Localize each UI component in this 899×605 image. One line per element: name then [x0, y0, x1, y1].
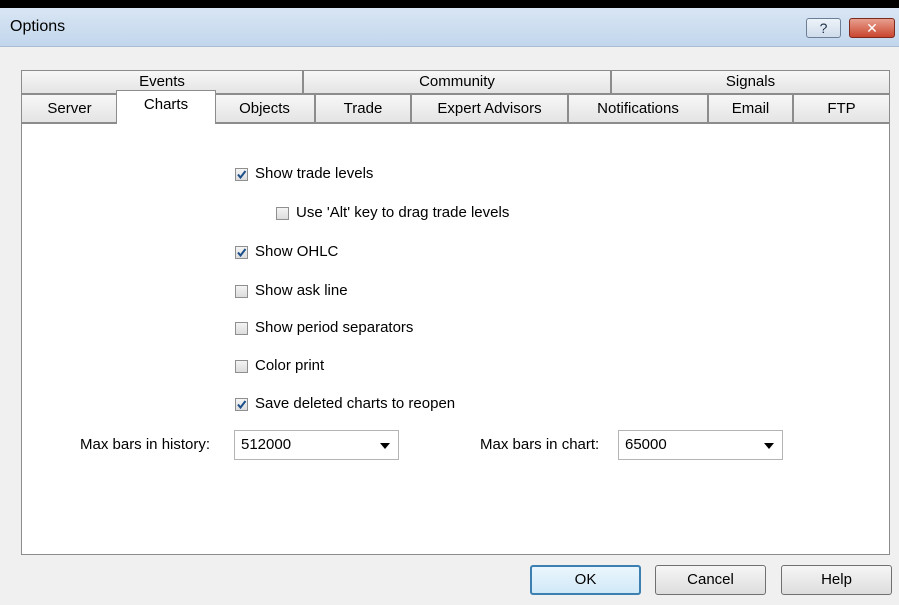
tab-label: Community — [419, 73, 495, 90]
tab-charts[interactable]: Charts — [116, 90, 216, 124]
checkbox-box[interactable] — [235, 168, 248, 181]
checkbox-box[interactable] — [235, 398, 248, 411]
tab-label: Email — [731, 100, 770, 117]
max-bars-history-label: Max bars in history: — [80, 436, 211, 453]
checkmark-icon — [237, 248, 247, 258]
top-strip — [0, 0, 899, 8]
tab-label: Objects — [239, 100, 290, 117]
checkbox-box[interactable] — [276, 207, 289, 220]
tab-expert-advisors[interactable]: Expert Advisors — [411, 94, 568, 123]
checkbox-label: Show ask line — [255, 282, 348, 299]
tab-label: Server — [47, 100, 92, 117]
max-bars-history-combo[interactable]: 512000 — [234, 430, 399, 460]
tab-label: Notifications — [597, 100, 679, 117]
checkmark-icon — [237, 400, 247, 410]
dropdown-arrow-icon[interactable] — [764, 443, 774, 449]
checkbox-label: Show OHLC — [255, 243, 339, 260]
tab-label: FTP — [827, 100, 856, 117]
close-button[interactable]: ✕ — [849, 18, 895, 38]
help-button[interactable]: Help — [781, 565, 892, 595]
help-question-button[interactable]: ? — [806, 18, 841, 38]
tab-label: Expert Advisors — [437, 100, 542, 117]
dropdown-arrow-icon[interactable] — [380, 443, 390, 449]
cancel-button[interactable]: Cancel — [655, 565, 766, 595]
tab-label: Signals — [725, 73, 776, 90]
tab-community[interactable]: Community — [303, 70, 611, 94]
tab-server[interactable]: Server — [21, 94, 118, 123]
window-title: Options — [10, 18, 66, 35]
tab-ftp[interactable]: FTP — [793, 94, 890, 123]
ok-button[interactable]: OK — [530, 565, 641, 595]
options-dialog: Options ? ✕ Events Community Signals Ser… — [0, 8, 899, 605]
tab-label: Trade — [343, 100, 383, 117]
title-bar: Options ? ✕ — [0, 8, 899, 47]
checkbox-box[interactable] — [235, 246, 248, 259]
tab-trade[interactable]: Trade — [315, 94, 411, 123]
checkbox-box[interactable] — [235, 360, 248, 373]
combo-value: 512000 — [241, 436, 292, 453]
checkbox-label: Use 'Alt' key to drag trade levels — [296, 204, 510, 221]
max-bars-chart-label: Max bars in chart: — [480, 436, 600, 453]
tab-notifications[interactable]: Notifications — [568, 94, 708, 123]
tab-signals[interactable]: Signals — [611, 70, 890, 94]
checkbox-label: Color print — [255, 357, 325, 374]
combo-value: 65000 — [625, 436, 667, 453]
tab-email[interactable]: Email — [708, 94, 793, 123]
checkbox-box[interactable] — [235, 322, 248, 335]
checkmark-icon — [237, 170, 247, 180]
checkbox-label: Show trade levels — [255, 165, 374, 182]
max-bars-chart-combo[interactable]: 65000 — [618, 430, 783, 460]
charts-tab-panel — [21, 123, 890, 555]
checkbox-box[interactable] — [235, 285, 248, 298]
tab-objects[interactable]: Objects — [214, 94, 315, 123]
tab-label: Charts — [143, 96, 189, 113]
checkbox-label: Show period separators — [255, 319, 414, 336]
tab-label: Events — [139, 73, 185, 90]
checkbox-label: Save deleted charts to reopen — [255, 395, 456, 412]
